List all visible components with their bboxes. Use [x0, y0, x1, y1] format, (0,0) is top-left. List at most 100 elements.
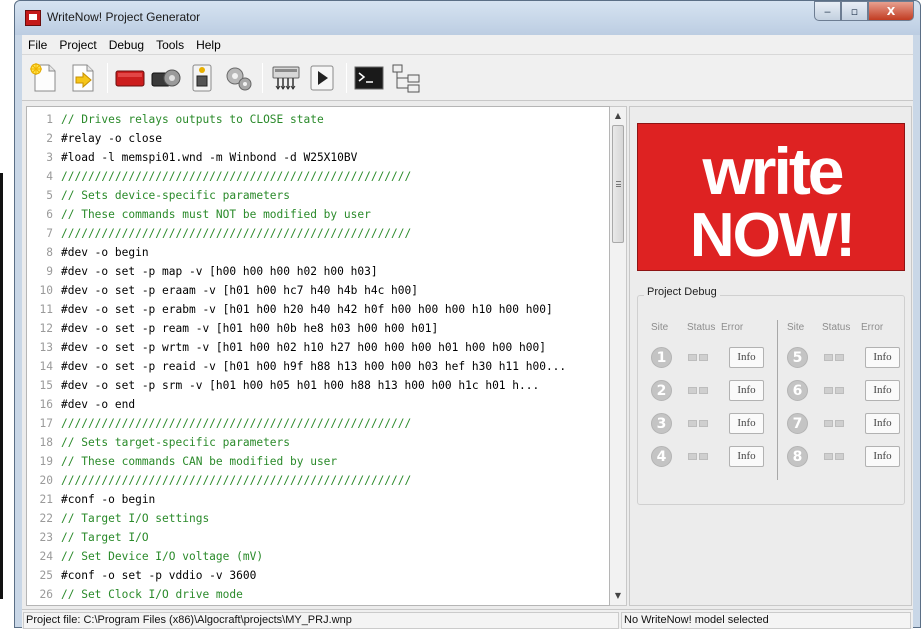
code-line[interactable]: 2 #relay -o close	[27, 129, 597, 148]
chip-config-icon[interactable]	[186, 62, 218, 94]
code-line[interactable]: 4 ///////////////////////////////////////…	[27, 167, 597, 186]
app-window: WriteNow! Project Generator ‒ ▫ X File P…	[14, 0, 921, 629]
project-debug-group: Project Debug Site Status Error Site Sta…	[637, 286, 905, 505]
site-8-info-button[interactable]: Info	[865, 446, 900, 467]
line-number: 9	[46, 265, 53, 278]
menu-help[interactable]: Help	[190, 35, 227, 55]
code-line[interactable]: 26 // Set Clock I/O drive mode	[27, 585, 597, 604]
code-line[interactable]: 24 // Set Device I/O voltage (mV)	[27, 547, 597, 566]
site-1-indicator: 1	[651, 347, 672, 368]
code-line[interactable]: 1 // Drives relays outputs to CLOSE state	[27, 110, 597, 129]
code-command: #dev -o set -p eraam -v [h01 h00 hc7 h40…	[61, 284, 418, 297]
code-line[interactable]: 10 #dev -o set -p eraam -v [h01 h00 hc7 h…	[27, 281, 597, 300]
site-1-info-button[interactable]: Info	[729, 347, 764, 368]
status-led	[688, 453, 697, 460]
status-led	[699, 387, 708, 394]
code-line[interactable]: 13 #dev -o set -p wrtm -v [h01 h00 h02 h1…	[27, 338, 597, 357]
code-line[interactable]: 15 #dev -o set -p srm -v [h01 h00 h05 h01…	[27, 376, 597, 395]
maximize-button[interactable]: ▫	[841, 1, 868, 21]
code-line[interactable]: 21 #conf -o begin	[27, 490, 597, 509]
right-panel: write NOW! Project Debug Site Status Err…	[629, 106, 912, 606]
status-led	[824, 453, 833, 460]
status-led	[699, 354, 708, 361]
site-7-status-leds	[824, 420, 844, 428]
site-2-status-leds	[688, 387, 708, 395]
code-command: #dev -o set -p wrtm -v [h01 h00 h02 h10 …	[61, 341, 546, 354]
status-model: No WriteNow! model selected	[621, 612, 911, 629]
editor-scrollbar[interactable]: ▲ ▼	[610, 106, 627, 606]
line-number: 14	[39, 360, 53, 373]
status-project-file: Project file: C:\Program Files (x86)\Alg…	[23, 612, 619, 629]
line-number: 20	[39, 474, 53, 487]
menu-bar: File Project Debug Tools Help	[22, 35, 913, 55]
project-debug-title: Project Debug	[644, 286, 720, 298]
line-number: 15	[39, 379, 53, 392]
site-7-info-button[interactable]: Info	[865, 413, 900, 434]
line-number: 11	[39, 303, 53, 316]
site-2-info-button[interactable]: Info	[729, 380, 764, 401]
code-comment: // These commands must NOT be modified b…	[61, 208, 371, 221]
scroll-thumb[interactable]	[612, 125, 624, 243]
col-header-status: Status	[687, 322, 716, 333]
site-5-status-leds	[824, 354, 844, 362]
new-project-icon[interactable]	[28, 62, 60, 94]
site-5-info-button[interactable]: Info	[865, 347, 900, 368]
code-comment: ////////////////////////////////////////…	[61, 170, 412, 183]
title-bar[interactable]: WriteNow! Project Generator ‒ ▫ X	[15, 1, 920, 35]
gear-settings-icon[interactable]	[222, 62, 254, 94]
code-line[interactable]: 17 //////////////////////////////////////…	[27, 414, 597, 433]
device-gears-icon[interactable]	[150, 62, 182, 94]
line-number: 2	[46, 132, 53, 145]
code-line[interactable]: 23 // Target I/O	[27, 528, 597, 547]
menu-project[interactable]: Project	[53, 35, 102, 55]
run-icon[interactable]	[306, 62, 338, 94]
terminal-icon[interactable]	[353, 62, 385, 94]
toolbar-separator	[346, 63, 347, 93]
device-red-icon[interactable]	[114, 62, 146, 94]
code-line[interactable]: 9 #dev -o set -p map -v [h00 h00 h00 h02 …	[27, 262, 597, 281]
menu-tools[interactable]: Tools	[150, 35, 190, 55]
minimize-button[interactable]: ‒	[814, 1, 841, 21]
programmer-icon[interactable]	[270, 62, 302, 94]
status-led	[835, 420, 844, 427]
site-2-indicator: 2	[651, 380, 672, 401]
code-line[interactable]: 5 // Sets device-specific parameters	[27, 186, 597, 205]
scroll-down-arrow-icon[interactable]: ▼	[610, 588, 626, 604]
code-comment: // Drives relays outputs to CLOSE state	[61, 113, 324, 126]
menu-debug[interactable]: Debug	[103, 35, 150, 55]
line-number: 19	[39, 455, 53, 468]
code-line[interactable]: 14 #dev -o set -p reaid -v [h01 h00 h9f h…	[27, 357, 597, 376]
line-number: 16	[39, 398, 53, 411]
code-line[interactable]: 7 ///////////////////////////////////////…	[27, 224, 597, 243]
site-6-info-button[interactable]: Info	[865, 380, 900, 401]
code-line[interactable]: 25 #conf -o set -p vddio -v 3600	[27, 566, 597, 585]
code-line[interactable]: 6 // These commands must NOT be modified …	[27, 205, 597, 224]
line-number: 21	[39, 493, 53, 506]
site-3-info-button[interactable]: Info	[729, 413, 764, 434]
code-line[interactable]: 11 #dev -o set -p erabm -v [h01 h00 h20 h…	[27, 300, 597, 319]
code-line[interactable]: 20 //////////////////////////////////////…	[27, 471, 597, 490]
status-led	[824, 354, 833, 361]
site-4-info-button[interactable]: Info	[729, 446, 764, 467]
code-line[interactable]: 8 #dev -o begin	[27, 243, 597, 262]
code-command: #relay -o close	[61, 132, 163, 145]
toolbar-separator	[262, 63, 263, 93]
close-button[interactable]: X	[868, 1, 914, 21]
scroll-up-arrow-icon[interactable]: ▲	[610, 108, 626, 124]
open-project-icon[interactable]	[66, 62, 98, 94]
code-comment: // These commands CAN be modified by use…	[61, 455, 338, 468]
status-led	[699, 453, 708, 460]
menu-file[interactable]: File	[22, 35, 53, 55]
script-editor[interactable]: 1 // Drives relays outputs to CLOSE state…	[26, 106, 610, 606]
tree-structure-icon[interactable]	[390, 62, 422, 94]
status-led	[824, 387, 833, 394]
code-line[interactable]: 22 // Target I/O settings	[27, 509, 597, 528]
code-line[interactable]: 18 // Sets target-specific parameters	[27, 433, 597, 452]
code-line[interactable]: 12 #dev -o set -p ream -v [h01 h00 h0b he…	[27, 319, 597, 338]
code-comment: ////////////////////////////////////////…	[61, 227, 412, 240]
code-line[interactable]: 19 // These commands CAN be modified by u…	[27, 452, 597, 471]
code-command: #dev -o set -p map -v [h00 h00 h00 h02 h…	[61, 265, 378, 278]
debug-column-divider	[777, 320, 778, 480]
code-line[interactable]: 16 #dev -o end	[27, 395, 597, 414]
code-line[interactable]: 3 #load -l memspi01.wnd -m Winbond -d W25…	[27, 148, 597, 167]
